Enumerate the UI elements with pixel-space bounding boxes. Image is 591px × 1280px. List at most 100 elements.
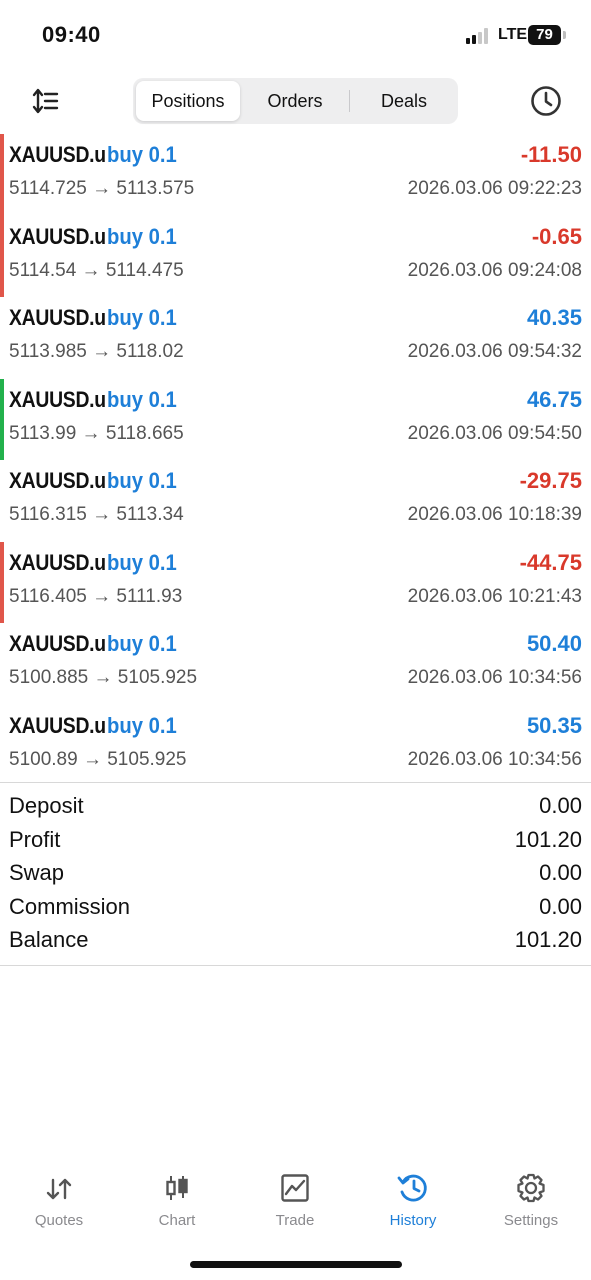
segment-divider	[349, 90, 350, 112]
deal-prices: 5113.99 → 5118.665	[9, 422, 184, 444]
deal-profit: 46.75	[526, 386, 582, 412]
chart-icon	[166, 1176, 188, 1200]
deal-symbol: XAUUSD.u	[9, 305, 106, 330]
deal-side: buy 0.1	[107, 223, 177, 249]
quotes-icon	[46, 1178, 72, 1200]
deal-symbol: XAUUSD.u	[9, 712, 106, 738]
tab-orders[interactable]: Orders	[244, 81, 346, 121]
tab-label: Quotes	[34, 1212, 84, 1229]
deal-prices: 5116.315 → 5113.34	[9, 504, 184, 525]
deal-row[interactable]: XAUUSD.u buy 0.1 50.40 5100.885 → 5105.925 2…	[0, 623, 591, 705]
network-label: LTE	[498, 26, 528, 43]
deal-profit: -0.65	[531, 223, 582, 249]
deal-row[interactable]: XAUUSD.u buy 0.1 -44.75 5116.405 → 5111.93 2…	[0, 541, 591, 623]
deal-symbol: XAUUSD.u	[9, 386, 106, 412]
settings-icon	[517, 1173, 545, 1203]
signal-icon	[466, 28, 492, 44]
summary-value: 101.20	[514, 826, 582, 852]
sort-icon[interactable]	[30, 86, 60, 116]
deal-marker	[0, 623, 4, 705]
bottom-tab-bar: Quotes Chart Trade History Settings	[0, 1168, 591, 1238]
summary-value: 0.00	[539, 860, 582, 886]
deal-profit: -11.50	[520, 142, 582, 167]
deal-side: buy 0.1	[107, 468, 177, 493]
summary-label: Commission	[9, 893, 131, 919]
deal-time: 2026.03.06 10:34:56	[407, 667, 582, 688]
deal-side: buy 0.1	[107, 386, 177, 412]
battery-icon: 79	[528, 25, 561, 45]
deal-prices: 5100.885 → 5105.925	[9, 667, 198, 688]
deal-symbol: XAUUSD.u	[9, 549, 106, 575]
deal-marker	[0, 215, 4, 297]
deal-row[interactable]: XAUUSD.u buy 0.1 40.35 5113.985 → 5118.02 20…	[0, 297, 591, 379]
summary-label: Swap	[9, 860, 65, 886]
tab-quotes[interactable]: Quotes	[0, 1168, 118, 1238]
header: Positions Orders Deals	[0, 76, 591, 126]
deal-profit: -44.75	[519, 549, 582, 575]
deal-time: 2026.03.06 09:54:50	[407, 422, 582, 444]
deal-time: 2026.03.06 10:21:43	[407, 585, 582, 607]
deal-row[interactable]: XAUUSD.u buy 0.1 50.35 5100.89 → 5105.925 20…	[0, 705, 591, 787]
deals-list: XAUUSD.u buy 0.1 -11.50 5114.725 → 5113.575…	[0, 134, 591, 786]
deal-side: buy 0.1	[107, 305, 177, 330]
deal-side: buy 0.1	[107, 549, 177, 575]
tab-label: Trade	[275, 1212, 315, 1229]
status-bar: 09:40 LTE 79	[0, 0, 591, 70]
trade-icon	[281, 1174, 309, 1202]
deal-prices: 5114.725 → 5113.575	[9, 178, 195, 199]
summary-row-balance: Balance 101.20	[0, 925, 591, 959]
deal-marker	[0, 297, 4, 379]
deal-profit: 40.35	[526, 305, 582, 330]
deal-row[interactable]: XAUUSD.u buy 0.1 -0.65 5114.54 → 5114.475 20…	[0, 215, 591, 297]
deal-symbol: XAUUSD.u	[9, 142, 106, 167]
deal-marker	[0, 460, 4, 542]
deal-profit: 50.35	[526, 712, 582, 738]
summary-row-swap: Swap 0.00	[0, 858, 591, 892]
summary-panel: Deposit 0.00 Profit 101.20 Swap 0.00 Commissio…	[0, 782, 591, 966]
deal-side: buy 0.1	[107, 142, 177, 167]
deal-marker	[0, 541, 4, 623]
tab-label: Settings	[503, 1212, 559, 1229]
battery-tip	[563, 31, 566, 39]
deal-prices: 5113.985 → 5118.02	[9, 341, 184, 362]
tab-label: Chart	[158, 1212, 196, 1229]
deal-time: 2026.03.06 09:22:23	[407, 178, 582, 199]
deal-time: 2026.03.06 10:18:39	[407, 504, 582, 525]
deal-prices: 5116.405 → 5111.93	[9, 585, 183, 607]
history-screen: 09:40 LTE 79 Positions Orders Deals XAUU…	[0, 0, 591, 1280]
deal-time: 2026.03.06 10:34:56	[407, 748, 582, 770]
deal-row[interactable]: XAUUSD.u buy 0.1 46.75 5113.99 → 5118.665 20…	[0, 378, 591, 460]
deal-time: 2026.03.06 09:54:32	[407, 341, 582, 362]
history-icon	[397, 1174, 427, 1202]
deal-row[interactable]: XAUUSD.u buy 0.1 -11.50 5114.725 → 5113.575…	[0, 134, 591, 216]
deal-symbol: XAUUSD.u	[9, 223, 106, 249]
tab-history[interactable]: History	[354, 1168, 472, 1238]
summary-label: Profit	[9, 826, 61, 852]
summary-row-profit: Profit 101.20	[0, 825, 591, 859]
summary-label: Deposit	[9, 793, 84, 818]
deal-row[interactable]: XAUUSD.u buy 0.1 -29.75 5116.315 → 5113.34 2…	[0, 460, 591, 542]
deal-side: buy 0.1	[107, 631, 177, 656]
tab-chart[interactable]: Chart	[118, 1168, 236, 1238]
clock-history-icon[interactable]	[529, 84, 563, 118]
deal-marker	[0, 134, 4, 216]
tab-trade[interactable]: Trade	[236, 1168, 354, 1238]
summary-row-deposit: Deposit 0.00	[0, 791, 591, 825]
tab-settings[interactable]: Settings	[472, 1168, 590, 1238]
summary-value: 101.20	[514, 927, 582, 953]
deal-marker	[0, 378, 4, 460]
deal-symbol: XAUUSD.u	[9, 468, 106, 493]
deal-time: 2026.03.06 09:24:08	[407, 259, 582, 281]
deal-prices: 5100.89 → 5105.925	[9, 748, 187, 770]
deal-prices: 5114.54 → 5114.475	[9, 259, 184, 281]
deal-symbol: XAUUSD.u	[9, 631, 106, 656]
deal-marker	[0, 705, 4, 787]
summary-value: 0.00	[539, 893, 582, 919]
home-indicator[interactable]	[190, 1261, 402, 1268]
tab-deals[interactable]: Deals	[353, 81, 455, 121]
tab-label: History	[389, 1212, 437, 1229]
deal-profit: -29.75	[519, 468, 582, 493]
summary-value: 0.00	[539, 793, 582, 818]
deal-side: buy 0.1	[107, 712, 177, 738]
tab-positions[interactable]: Positions	[136, 81, 240, 121]
